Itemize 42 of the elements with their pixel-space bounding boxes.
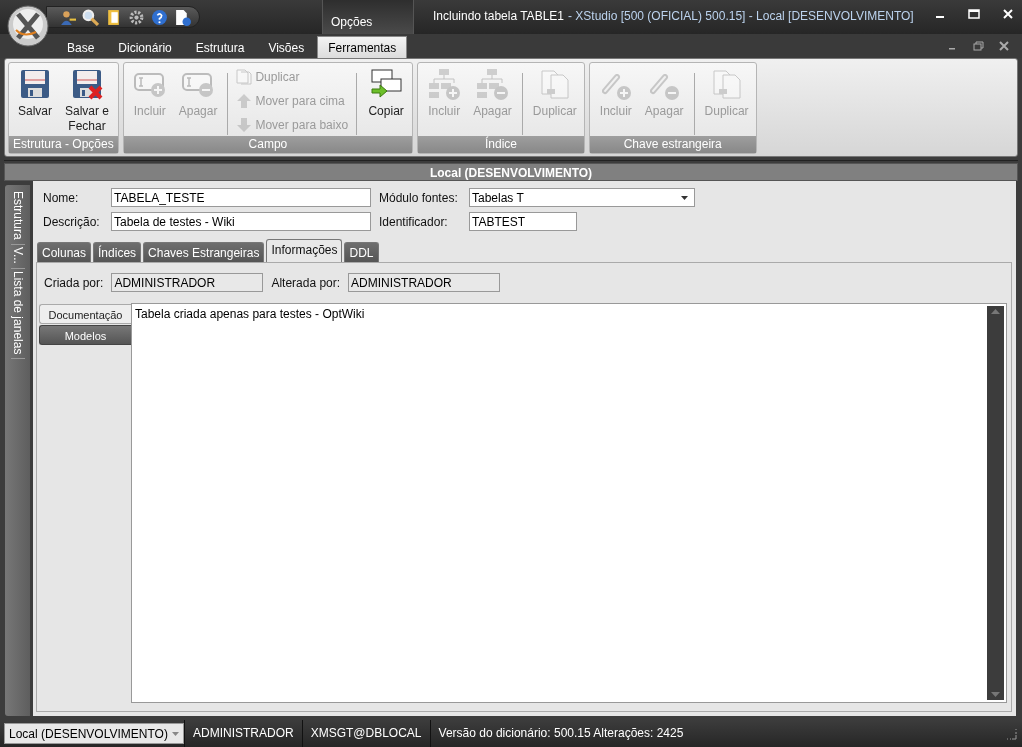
status-info: Versão do dicionário: 500.15 Alterações: 2425 [429,720,692,747]
status-user: ADMINISTRADOR [184,720,302,747]
module-dropdown[interactable]: Tabelas T [469,188,695,207]
ribbon-button[interactable]: Salvar [12,65,58,121]
identifier-field[interactable]: TABTEST [469,212,577,231]
field-label: Criada por: [44,275,104,290]
field-label: Identificador: [379,214,449,229]
side-tab[interactable]: Modelos [39,325,131,345]
side-panel-tab[interactable]: Lista de janelas [10,268,25,359]
field-label: Descrição: [43,214,101,229]
status-database: XMSGT@DBLOCAL [301,720,430,747]
changed-by-field[interactable]: ADMINISTRADOR [348,273,501,292]
field-label: Alterada por: [271,275,341,290]
ribbon-tab[interactable]: Base [56,36,106,58]
field-label: Nome: [43,190,80,205]
tab[interactable]: DDL [344,242,379,262]
tab[interactable]: Colunas [37,242,92,262]
ribbon-tab[interactable]: Estrutura [184,36,256,58]
ribbon-button[interactable]: Salvar e Fechar [60,65,114,136]
group-label: Índice [418,136,584,153]
ribbon-button[interactable]: Copiar [363,65,410,121]
ribbon-tab[interactable]: Visões [257,36,316,58]
name-field[interactable]: TABELA_TESTE [111,188,371,207]
group-label: Chave estrangeira [589,136,756,153]
field-label: Módulo fontes: [379,190,459,205]
created-by-field[interactable]: ADMINISTRADOR [111,273,264,292]
ribbon-tab[interactable]: Ferramentas [317,36,408,58]
side-panel-tab[interactable]: Estrutura [10,189,25,245]
contextual-tab-label: Opções [322,0,414,34]
description-field[interactable]: Tabela de testes - Wiki [111,212,371,231]
tab[interactable]: Índices [93,242,142,262]
side-panel-tab[interactable]: V... [10,244,25,269]
tab[interactable]: Chaves Estrangeiras [143,242,265,262]
tab[interactable]: Informações [266,239,343,262]
ribbon-tab[interactable]: Dicionário [107,36,183,58]
window-title: Incluindo tabela TABLE1 [433,9,564,23]
group-label: Estrutura - Opções [9,136,118,153]
side-tab[interactable]: Documentação [39,304,131,324]
document-header: Local (DESENVOLVIMENTO) [4,163,1018,181]
group-label: Campo [123,136,413,153]
window-subtitle: - XStudio [500 (OFICIAL) 500.15] - Local [DESENVOLVIMENTO] [568,9,914,23]
connection-dropdown[interactable]: Local (DESENVOLVIMENTO) [4,723,184,744]
